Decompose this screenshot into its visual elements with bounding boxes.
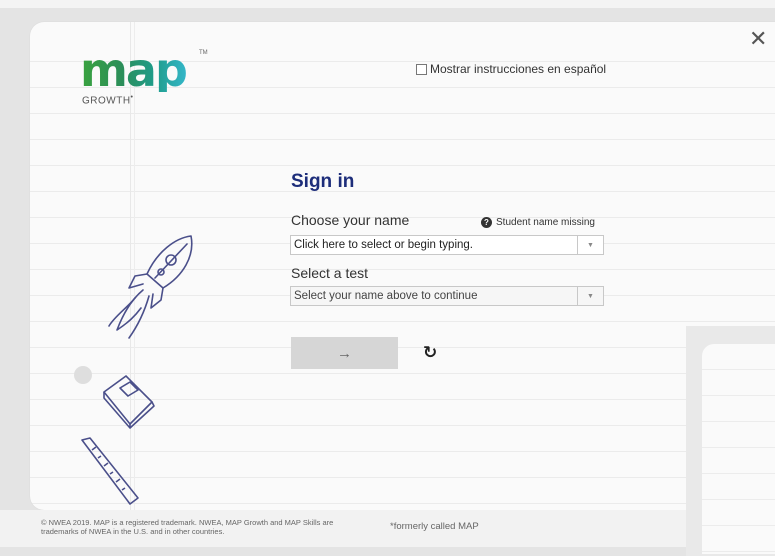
sign-in-arrow-button[interactable]: → xyxy=(291,337,398,369)
rocket-icon xyxy=(108,235,193,339)
student-name-missing-link[interactable]: ? Student name missing xyxy=(481,217,595,228)
chevron-down-icon[interactable]: ▼ xyxy=(577,287,603,305)
help-icon: ? xyxy=(481,217,492,228)
binder-hole xyxy=(74,366,92,384)
signin-title: Sign in xyxy=(291,171,355,192)
copyright-notice: © NWEA 2019. MAP is a registered tradema… xyxy=(41,518,334,536)
chevron-down-icon[interactable]: ▼ xyxy=(577,236,603,254)
refresh-icon[interactable]: ↻ xyxy=(423,343,437,363)
student-name-placeholder: Click here to select or begin typing. xyxy=(294,239,473,251)
logo-subtitle: GROWTH• xyxy=(82,94,134,107)
map-growth-logo: map TM GROWTH• xyxy=(80,43,208,106)
student-name-missing-label: Student name missing xyxy=(496,217,595,228)
test-select[interactable]: Select your name above to continue ▼ xyxy=(290,286,604,306)
ruler-icon xyxy=(81,437,139,505)
top-strip xyxy=(0,0,775,8)
spanish-instructions-checkbox[interactable]: Mostrar instrucciones en español xyxy=(416,62,606,76)
formerly-called-map-note: *formerly called MAP xyxy=(390,521,479,532)
book-icon xyxy=(103,375,155,429)
select-test-label: Select a test xyxy=(291,265,369,281)
close-icon[interactable]: ✕ xyxy=(749,28,767,50)
test-select-placeholder: Select your name above to continue xyxy=(294,290,478,302)
checkbox-icon[interactable] xyxy=(416,63,427,75)
logo-wordmark: map xyxy=(80,43,188,97)
spanish-instructions-label: Mostrar instrucciones en español xyxy=(430,62,607,76)
choose-name-label: Choose your name xyxy=(291,212,410,228)
student-name-select[interactable]: Click here to select or begin typing. ▼ xyxy=(290,235,604,255)
side-card-page xyxy=(702,344,775,554)
logo-trademark: TM xyxy=(199,50,208,56)
